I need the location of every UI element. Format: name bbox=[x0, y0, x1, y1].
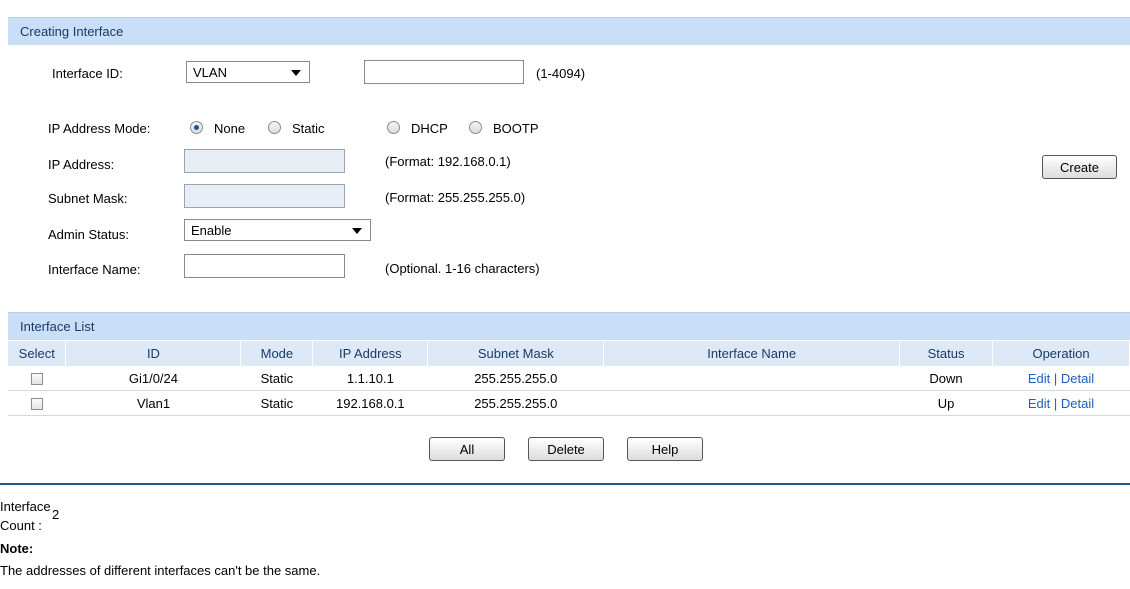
column-header: Status bbox=[899, 341, 993, 366]
cell-mode: Static bbox=[240, 390, 313, 416]
help-button[interactable]: Help bbox=[627, 437, 703, 461]
note-title: Note: bbox=[0, 541, 34, 556]
section-title: Interface List bbox=[20, 319, 95, 334]
ip-address-hint: (Format: 192.168.0.1) bbox=[385, 154, 511, 169]
interface-count-value: 2 bbox=[52, 507, 60, 522]
section-title: Creating Interface bbox=[20, 24, 124, 39]
link-separator: | bbox=[1053, 370, 1058, 386]
divider bbox=[0, 483, 1130, 485]
interface-list-header: Interface List bbox=[8, 312, 1130, 340]
cell-mode: Static bbox=[240, 366, 313, 391]
mode-static-label: Static bbox=[292, 121, 325, 136]
edit-link[interactable]: Edit bbox=[1028, 371, 1050, 386]
mode-bootp-radio[interactable] bbox=[469, 121, 482, 134]
cell-ip: 1.1.10.1 bbox=[312, 366, 428, 391]
chevron-down-icon bbox=[352, 228, 362, 234]
mode-dhcp-radio[interactable] bbox=[387, 121, 400, 134]
mode-none-label: None bbox=[214, 121, 246, 136]
ip-address-label: IP Address: bbox=[48, 157, 115, 172]
interface-type-select[interactable]: VLAN bbox=[186, 61, 310, 83]
cell-name bbox=[603, 390, 900, 416]
interface-table: Select ID Mode IP Address Subnet Mask In… bbox=[8, 341, 1130, 416]
delete-button[interactable]: Delete bbox=[528, 437, 604, 461]
count-label-line2: Count : bbox=[0, 518, 42, 533]
cell-operation: Edit | Detail bbox=[992, 390, 1130, 416]
interface-id-label: Interface ID: bbox=[52, 66, 123, 81]
cell-id: Vlan1 bbox=[65, 390, 241, 416]
subnet-mask-label: Subnet Mask: bbox=[48, 191, 128, 206]
ip-address-input[interactable] bbox=[184, 149, 345, 173]
interface-count-label: Interface Count : bbox=[0, 497, 51, 535]
interface-id-input[interactable] bbox=[364, 60, 524, 84]
creating-interface-header: Creating Interface bbox=[8, 17, 1130, 45]
count-label-line1: Interface bbox=[0, 499, 51, 514]
column-header: ID bbox=[65, 341, 242, 366]
interface-name-label: Interface Name: bbox=[48, 262, 141, 277]
mode-bootp-label: BOOTP bbox=[493, 121, 539, 136]
cell-status: Down bbox=[899, 366, 993, 391]
cell-name bbox=[603, 366, 900, 391]
cell-operation: Edit | Detail bbox=[992, 366, 1130, 391]
admin-status-label: Admin Status: bbox=[48, 227, 129, 242]
chevron-down-icon bbox=[291, 70, 301, 76]
column-header: Operation bbox=[992, 341, 1130, 366]
detail-link[interactable]: Detail bbox=[1061, 396, 1094, 411]
cell-mask: 255.255.255.0 bbox=[427, 366, 604, 391]
table-row: Gi1/0/24 Static 1.1.10.1 255.255.255.0 D… bbox=[8, 366, 1130, 391]
mode-static-radio[interactable] bbox=[268, 121, 281, 134]
cell-ip: 192.168.0.1 bbox=[312, 390, 428, 416]
cell-id: Gi1/0/24 bbox=[65, 366, 241, 391]
cell-status: Up bbox=[899, 390, 993, 416]
note-text: The addresses of different interfaces ca… bbox=[0, 563, 321, 578]
ip-mode-label: IP Address Mode: bbox=[48, 121, 151, 136]
interface-name-hint: (Optional. 1-16 characters) bbox=[385, 261, 540, 276]
edit-link[interactable]: Edit bbox=[1028, 396, 1050, 411]
column-header: Subnet Mask bbox=[427, 341, 605, 366]
admin-status-select[interactable]: Enable bbox=[184, 219, 371, 241]
create-button[interactable]: Create bbox=[1042, 155, 1117, 179]
interface-id-hint: (1-4094) bbox=[536, 66, 586, 81]
interface-name-input[interactable] bbox=[184, 254, 345, 278]
detail-link[interactable]: Detail bbox=[1061, 371, 1094, 386]
subnet-mask-hint: (Format: 255.255.255.0) bbox=[385, 190, 526, 205]
cell-mask: 255.255.255.0 bbox=[427, 390, 604, 416]
row-select-checkbox[interactable] bbox=[30, 398, 43, 411]
admin-status-value: Enable bbox=[191, 223, 232, 238]
column-header: Mode bbox=[240, 341, 314, 366]
table-header-row: Select ID Mode IP Address Subnet Mask In… bbox=[8, 341, 1130, 366]
subnet-mask-input[interactable] bbox=[184, 184, 345, 208]
column-header: Select bbox=[8, 341, 67, 366]
mode-dhcp-label: DHCP bbox=[411, 121, 448, 136]
select-all-button[interactable]: All bbox=[429, 437, 505, 461]
column-header: Interface Name bbox=[603, 341, 901, 366]
column-header: IP Address bbox=[312, 341, 429, 366]
row-select-checkbox[interactable] bbox=[30, 373, 43, 386]
interface-type-value: VLAN bbox=[193, 65, 227, 80]
table-row: Vlan1 Static 192.168.0.1 255.255.255.0 U… bbox=[8, 390, 1130, 416]
link-separator: | bbox=[1053, 395, 1058, 411]
mode-none-radio[interactable] bbox=[190, 121, 203, 134]
